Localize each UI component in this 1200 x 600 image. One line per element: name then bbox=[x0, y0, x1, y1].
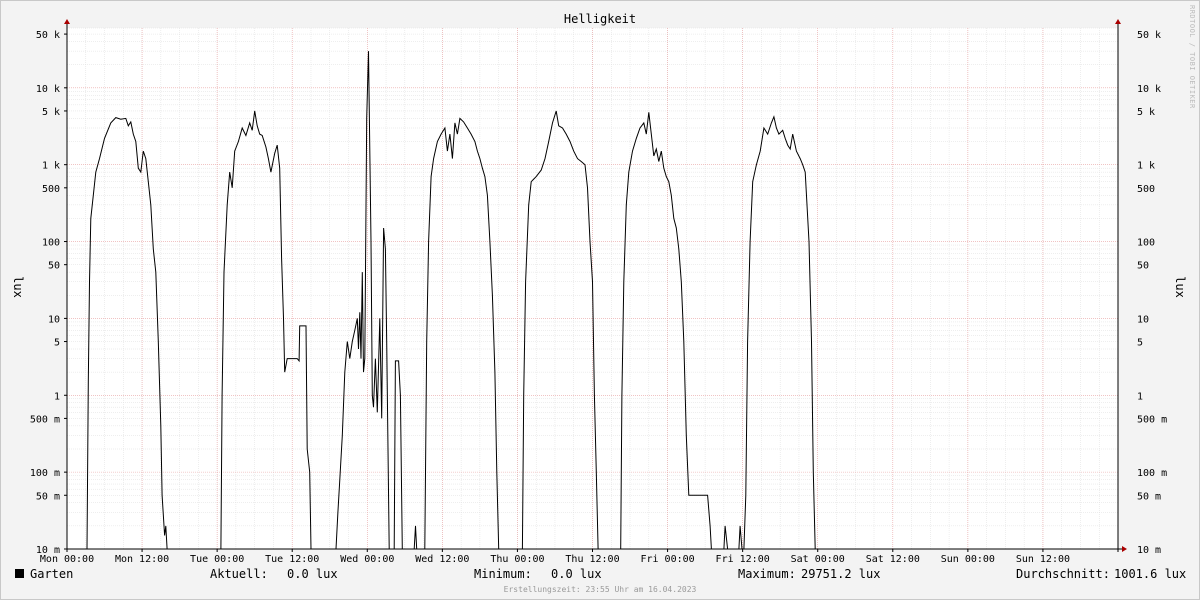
current-value: 0.0 lux bbox=[287, 567, 338, 581]
legend: Garten Aktuell: 0.0 lux Minimum: 0.0 lux… bbox=[0, 567, 1200, 585]
x-tick-label: Tue 00:00 bbox=[190, 554, 244, 565]
y-tick-label: 5 bbox=[54, 338, 60, 349]
legend-series-name: Garten bbox=[30, 567, 74, 581]
y-tick-label: 50 bbox=[1137, 261, 1149, 272]
y-tick-label: 50 k bbox=[36, 30, 60, 41]
y-tick-label: 500 m bbox=[1137, 414, 1167, 425]
y-tick-label: 500 bbox=[1137, 184, 1155, 195]
footer-timestamp: Erstellungszeit: 23:55 Uhr am 16.04.2023 bbox=[503, 585, 697, 594]
x-tick-label: Sun 00:00 bbox=[941, 554, 995, 565]
y-tick-label: 50 k bbox=[1137, 30, 1161, 41]
minimum-label: Minimum: bbox=[474, 567, 532, 581]
y-axis-label-right: lux bbox=[1173, 276, 1187, 298]
y-tick-label: 1 bbox=[1137, 391, 1143, 402]
y-tick-label: 100 bbox=[42, 238, 60, 249]
x-tick-label: Sun 12:00 bbox=[1016, 554, 1070, 565]
x-tick-labels: Mon 00:00 Mon 12:00 Tue 00:00 Tue 12:00 Wed … bbox=[40, 554, 1070, 565]
y-tick-label: 100 bbox=[1137, 238, 1155, 249]
x-tick-label: Sat 12:00 bbox=[866, 554, 920, 565]
y-tick-label: 10 k bbox=[1137, 84, 1161, 95]
chart-svg: 10 m 50 m 100 m 500 m 1 5 10 50 100 500 1 k 5 k 10 k… bbox=[11, 12, 1187, 565]
y-tick-label: 10 bbox=[48, 314, 60, 325]
y-tick-labels-left: 10 m50 m100 m500 m1510501005001 k5 k10 k… bbox=[30, 30, 60, 556]
y-tick-label: 5 k bbox=[42, 107, 60, 118]
y-tick-label: 100 m bbox=[1137, 468, 1167, 479]
x-tick-label: Fri 12:00 bbox=[716, 554, 770, 565]
x-tick-label: Thu 00:00 bbox=[490, 554, 544, 565]
y-tick-label: 5 k bbox=[1137, 107, 1155, 118]
x-axis-arrow bbox=[1122, 546, 1127, 552]
y-tick-label: 50 bbox=[48, 261, 60, 272]
y-tick-label: 50 m bbox=[36, 491, 60, 502]
y-tick-label: 1 k bbox=[1137, 161, 1155, 172]
y-axis-label-left: lux bbox=[11, 276, 25, 298]
x-tick-label: Thu 12:00 bbox=[565, 554, 619, 565]
x-tick-label: Wed 12:00 bbox=[415, 554, 469, 565]
y-tick-label: 10 bbox=[1137, 314, 1149, 325]
y-tick-label: 10 k bbox=[36, 84, 60, 95]
legend-swatch bbox=[15, 569, 24, 578]
y-tick-label: 500 bbox=[42, 184, 60, 195]
minimum-value: 0.0 lux bbox=[551, 567, 602, 581]
x-tick-label: Fri 00:00 bbox=[640, 554, 694, 565]
y-axis-arrow-right bbox=[1115, 19, 1121, 24]
x-tick-label: Mon 12:00 bbox=[115, 554, 169, 565]
maximum-label: Maximum: bbox=[738, 567, 796, 581]
y-tick-label: 5 bbox=[1137, 338, 1143, 349]
x-tick-label: Sat 00:00 bbox=[791, 554, 845, 565]
average-label: Durchschnitt: bbox=[1016, 567, 1110, 581]
current-label: Aktuell: bbox=[210, 567, 268, 581]
y-axis-arrow-left bbox=[64, 19, 70, 24]
average-value: 1001.6 lux bbox=[1114, 567, 1187, 581]
y-tick-label: 500 m bbox=[30, 414, 60, 425]
y-tick-label: 50 m bbox=[1137, 491, 1161, 502]
x-tick-label: Tue 12:00 bbox=[265, 554, 319, 565]
watermark: RRDTOOL / TOBI OETIKER bbox=[1188, 5, 1196, 109]
x-tick-label: Mon 00:00 bbox=[40, 554, 94, 565]
x-tick-label: Wed 00:00 bbox=[340, 554, 394, 565]
y-tick-label: 100 m bbox=[30, 468, 60, 479]
y-tick-labels-right: 10 m 50 m 100 m 500 m 1 5 10 50 100 500 1 k 5 k 10 k… bbox=[1137, 30, 1167, 556]
y-tick-label: 10 m bbox=[1137, 545, 1161, 556]
y-tick-label: 1 k bbox=[42, 161, 60, 172]
chart-title: Helligkeit bbox=[564, 12, 636, 26]
y-tick-label: 1 bbox=[54, 391, 60, 402]
maximum-value: 29751.2 lux bbox=[801, 567, 881, 581]
